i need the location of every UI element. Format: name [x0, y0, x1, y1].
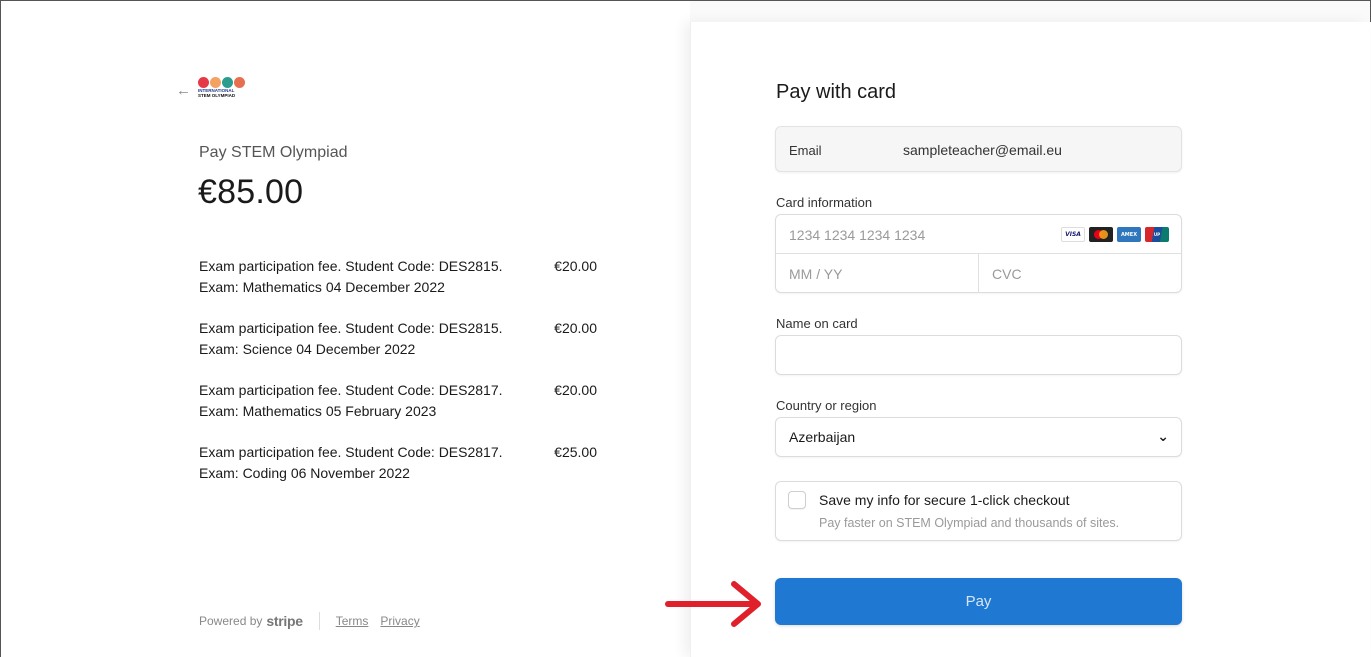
chevron-down-icon: ⌄	[1157, 428, 1169, 444]
country-label: Country or region	[776, 398, 877, 413]
line-item-exam: Exam: Mathematics 05 February 2023	[199, 403, 437, 419]
line-item-price: €20.00	[554, 382, 597, 398]
stripe-logo[interactable]: stripe	[266, 613, 303, 629]
country-select[interactable]: Azerbaijan ⌄	[775, 417, 1182, 457]
save-info-subtitle: Pay faster on STEM Olympiad and thousand…	[819, 516, 1120, 530]
line-item-fee: Exam participation fee. Student Code: DE…	[199, 444, 503, 460]
footer-divider	[318, 612, 320, 630]
line-item-description: Exam participation fee. Student Code: DE…	[199, 318, 544, 360]
line-item-description: Exam participation fee. Student Code: DE…	[199, 442, 544, 484]
line-item-fee: Exam participation fee. Student Code: DE…	[199, 382, 503, 398]
product-name: Pay STEM Olympiad	[199, 144, 348, 161]
pay-button[interactable]: Pay	[775, 578, 1182, 625]
line-item-description: Exam participation fee. Student Code: DE…	[199, 256, 544, 298]
line-item-price: €20.00	[554, 320, 597, 336]
red-arrow-annotation-icon	[665, 581, 761, 627]
right-panel-top	[690, 1, 1370, 22]
line-item-exam: Exam: Science 04 December 2022	[199, 341, 416, 357]
line-item: Exam participation fee. Student Code: DE…	[199, 380, 599, 442]
terms-link[interactable]: Terms	[336, 614, 369, 628]
logo-dots	[198, 77, 246, 88]
footer: Powered by stripe Terms Privacy	[199, 612, 432, 630]
amex-icon: AMEX	[1117, 227, 1141, 242]
line-item-exam: Exam: Mathematics 04 December 2022	[199, 279, 445, 295]
line-item-description: Exam participation fee. Student Code: DE…	[199, 380, 544, 422]
card-info-label: Card information	[776, 195, 873, 210]
name-on-card-label: Name on card	[776, 316, 858, 331]
arrow-left-icon[interactable]: ←	[176, 83, 191, 98]
email-label: Email	[789, 143, 822, 158]
logo-dot	[198, 77, 209, 88]
save-info-title: Save my info for secure 1-click checkout	[819, 492, 1070, 508]
card-number-field[interactable]: 1234 1234 1234 1234 VISA AMEX UP	[776, 215, 1181, 254]
cvc-field[interactable]: CVC	[992, 266, 1022, 282]
line-item-fee: Exam participation fee. Student Code: DE…	[199, 258, 503, 274]
form-title: Pay with card	[776, 81, 897, 103]
expiry-field[interactable]: MM / YY	[789, 266, 842, 282]
visa-icon: VISA	[1061, 227, 1085, 242]
logo-dot	[210, 77, 221, 88]
country-value: Azerbaijan	[789, 429, 856, 445]
card-field-divider	[978, 254, 979, 293]
logo-dot	[234, 77, 245, 88]
save-info-option[interactable]: Save my info for secure 1-click checkout…	[775, 481, 1182, 541]
mastercard-icon	[1089, 227, 1113, 242]
email-value: sampleteacher@email.eu	[903, 142, 1062, 158]
line-item-exam: Exam: Coding 06 November 2022	[199, 465, 410, 481]
card-number-placeholder: 1234 1234 1234 1234	[789, 227, 926, 243]
name-on-card-input[interactable]	[775, 335, 1182, 375]
privacy-link[interactable]: Privacy	[380, 614, 419, 628]
logo-text-line2: STEM OLYMPIAD	[198, 93, 236, 98]
line-item-fee: Exam participation fee. Student Code: DE…	[199, 320, 503, 336]
line-item: Exam participation fee. Student Code: DE…	[199, 442, 599, 504]
email-field[interactable]: Email sampleteacher@email.eu	[775, 126, 1182, 172]
line-item-price: €20.00	[554, 258, 597, 274]
unionpay-icon: UP	[1145, 227, 1169, 242]
card-info-group: 1234 1234 1234 1234 VISA AMEX UP MM / YY…	[775, 214, 1182, 293]
line-item: Exam participation fee. Student Code: DE…	[199, 256, 599, 318]
powered-by-label: Powered by	[199, 614, 263, 628]
save-info-checkbox[interactable]	[788, 491, 806, 509]
total-amount: €85.00	[198, 173, 304, 211]
card-brands: VISA AMEX UP	[1061, 227, 1169, 242]
line-items-list: Exam participation fee. Student Code: DE…	[199, 256, 599, 504]
logo-dot	[222, 77, 233, 88]
olympiad-logo: INTERNATIONAL STEM OLYMPIAD	[198, 77, 246, 105]
line-item-price: €25.00	[554, 444, 597, 460]
line-item: Exam participation fee. Student Code: DE…	[199, 318, 599, 380]
